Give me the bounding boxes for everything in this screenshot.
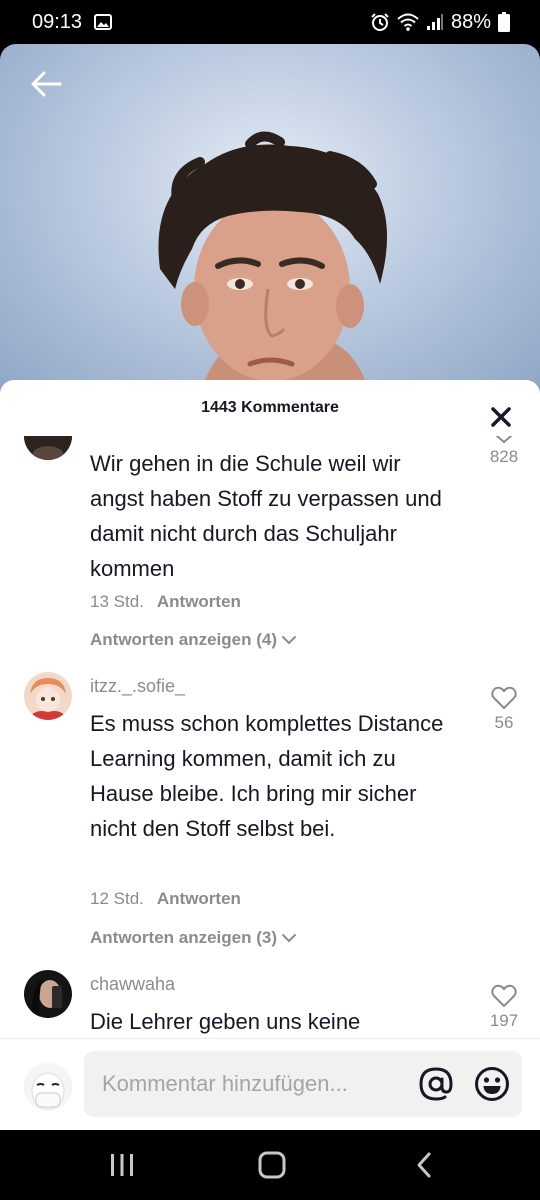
reply-button[interactable]: Antworten [157, 592, 241, 612]
chevron-down-icon [282, 934, 297, 943]
like-count: 828 [489, 447, 519, 466]
home-button[interactable] [252, 1148, 292, 1182]
my-avatar[interactable] [24, 1063, 72, 1111]
chevron-down-icon [282, 636, 297, 645]
battery-icon [498, 12, 510, 32]
gallery-icon [94, 14, 113, 30]
like-button[interactable]: 56 [480, 686, 528, 733]
avatar[interactable] [24, 672, 72, 720]
comment-input-wrapper [84, 1051, 522, 1117]
reply-button[interactable]: Antworten [157, 889, 241, 909]
status-time: 09:13 [32, 10, 83, 33]
recent-apps-icon [111, 1154, 133, 1176]
comment-text: Es muss schon komplettes Distance Learni… [90, 711, 444, 841]
comment-time: 12 Std. [90, 889, 144, 908]
wifi-icon [397, 13, 419, 31]
back-icon [417, 1152, 431, 1178]
status-bar: 09:13 88% [0, 0, 540, 44]
comment-username[interactable]: itzz._.sofie_ [90, 676, 185, 697]
like-count: 56 [494, 713, 514, 732]
view-replies-button[interactable]: Antworten anzeigen (4) [90, 630, 297, 650]
signal-icon [426, 13, 444, 31]
at-icon [419, 1067, 453, 1101]
emoji-icon [475, 1067, 509, 1101]
status-left: 09:13 [32, 10, 113, 34]
view-replies-label: Antworten anzeigen (4) [90, 630, 278, 649]
close-button[interactable] [486, 402, 516, 432]
comments-sheet: 1443 Kommentare 828 Wir gehen in die Sch… [0, 380, 540, 1130]
view-replies-label: Antworten anzeigen (3) [90, 928, 278, 947]
comment-meta: 13 Std. Antworten [90, 592, 241, 612]
view-replies-button[interactable]: Antworten anzeigen (3) [90, 928, 297, 948]
like-count: 197 [489, 1011, 519, 1030]
heart-icon [491, 686, 517, 709]
comment-username[interactable]: chawwaha [90, 974, 175, 995]
avatar[interactable] [24, 436, 72, 460]
comment-text: Wir gehen in die Schule weil wir angst h… [90, 451, 442, 581]
comments-header: 1443 Kommentare [0, 380, 540, 436]
comment-list[interactable]: 828 Wir gehen in die Schule weil wir ang… [0, 436, 540, 1038]
mention-button[interactable] [418, 1066, 454, 1102]
video-preview[interactable] [0, 44, 540, 394]
comment-composer [0, 1038, 540, 1130]
system-back-button[interactable] [404, 1148, 444, 1182]
video-person-image [158, 131, 388, 394]
back-button[interactable] [26, 64, 66, 104]
comment-text: Die Lehrer geben uns keine [90, 1009, 361, 1034]
comment-time: 13 Std. [90, 592, 144, 611]
back-arrow-icon [31, 71, 62, 97]
like-button[interactable]: 828 [480, 436, 528, 467]
system-nav-bar [0, 1130, 540, 1200]
comments-count-title: 1443 Kommentare [201, 399, 339, 416]
heart-icon [491, 984, 517, 1007]
close-icon [491, 407, 511, 427]
like-button[interactable]: 197 [480, 984, 528, 1031]
avatar[interactable] [24, 970, 72, 1018]
alarm-icon [370, 12, 390, 32]
battery-percent: 88% [450, 10, 491, 33]
recent-apps-button[interactable] [102, 1148, 142, 1182]
comment-input[interactable] [102, 1051, 402, 1117]
emoji-button[interactable] [474, 1066, 510, 1102]
comment-meta: 12 Std. Antworten [90, 889, 241, 909]
home-icon [258, 1151, 286, 1179]
chevron-down-icon [496, 436, 512, 444]
status-right: 88% [370, 11, 510, 34]
